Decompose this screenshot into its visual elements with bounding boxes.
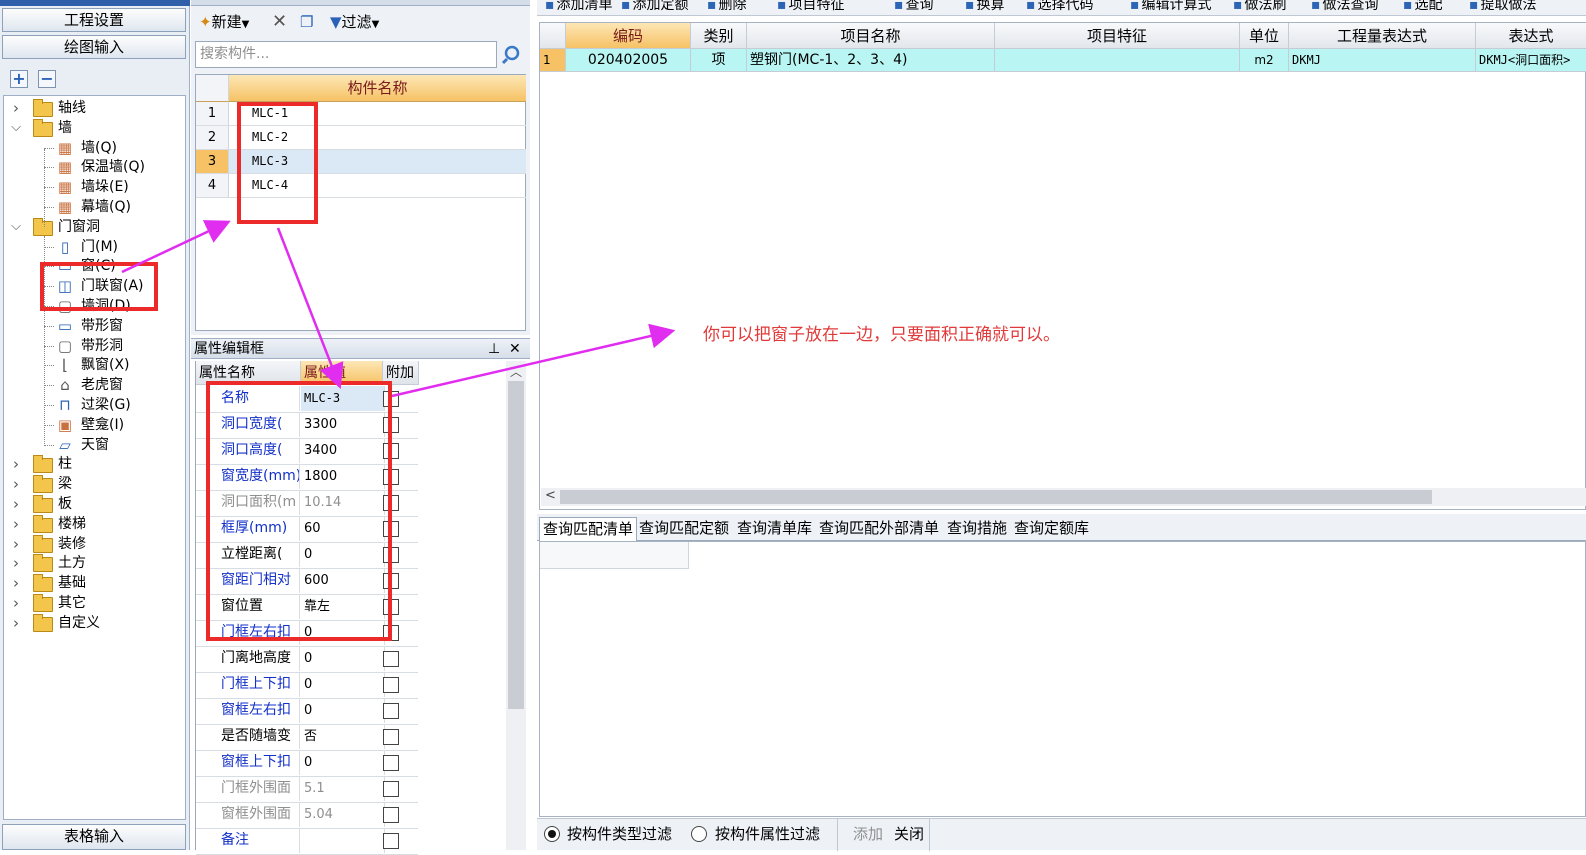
arrow-to-component-list (121, 220, 231, 274)
annotation-arrows (121, 220, 676, 398)
annotation-note: 你可以把窗子放在一边，只要面积正确就可以。 (703, 325, 1060, 345)
arrow-to-properties (276, 227, 344, 389)
arrow-to-note (391, 323, 676, 398)
